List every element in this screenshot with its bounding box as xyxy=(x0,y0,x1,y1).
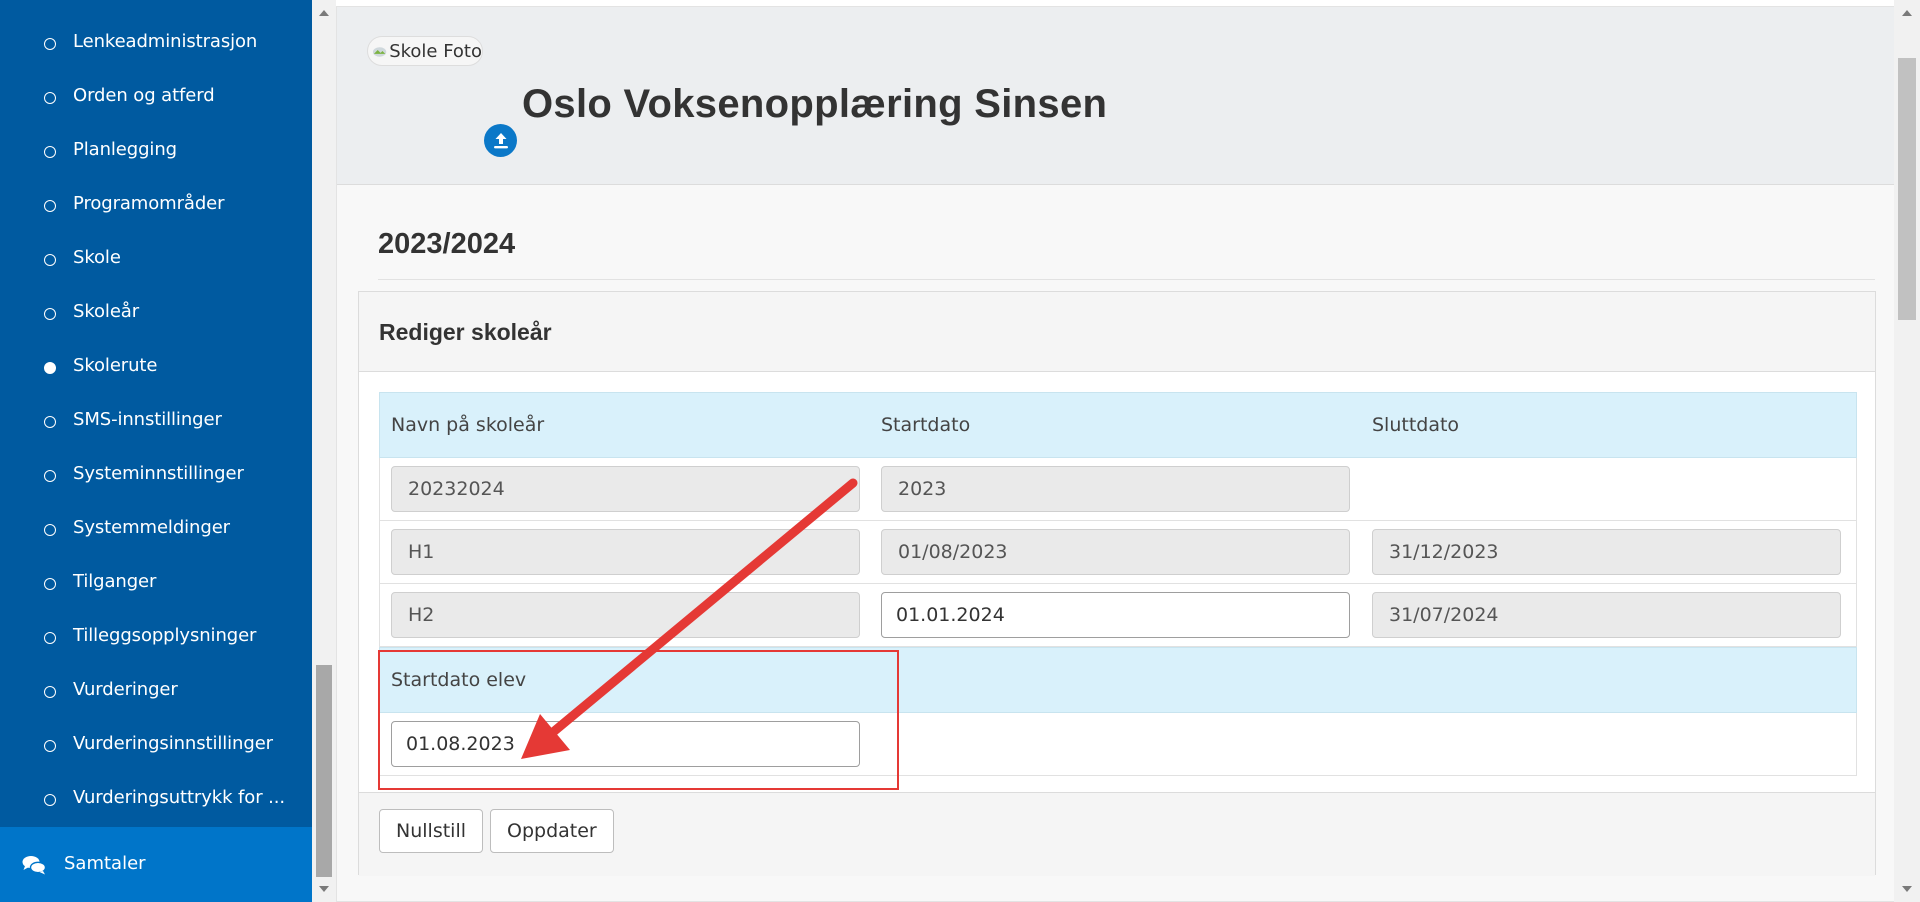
sidebar-item-label: Systeminnstillinger xyxy=(73,463,244,484)
panel-title: Rediger skoleår xyxy=(379,319,552,345)
sidebar-item-label: Skoleår xyxy=(73,301,140,322)
circle-icon xyxy=(44,686,56,698)
sidebar-scroll-thumb[interactable] xyxy=(316,665,332,877)
circle-icon xyxy=(44,794,56,806)
sidebar-item-label: Vurderinger xyxy=(73,679,178,700)
scroll-down-arrow-icon[interactable] xyxy=(1902,886,1912,892)
sidebar-item-label: Planlegging xyxy=(73,139,177,160)
student-start-header-row: Startdato elev xyxy=(379,647,1857,713)
scroll-up-arrow-icon[interactable] xyxy=(1902,10,1912,16)
circle-icon xyxy=(44,200,56,212)
reset-button[interactable]: Nullstill xyxy=(379,809,483,853)
broken-image-icon xyxy=(372,47,387,57)
sidebar-item-label: Tilleggsopplysninger xyxy=(73,625,257,646)
divider xyxy=(378,279,1875,280)
sidebar-item-sms-innstillinger[interactable]: SMS-innstillinger xyxy=(0,395,312,449)
sidebar-item-label: SMS-innstillinger xyxy=(73,409,222,430)
term-name-field: H1 xyxy=(391,529,860,575)
sidebar-item-label: Vurderingsinnstillinger xyxy=(73,733,273,754)
sidebar-item-label: Vurderingsuttrykk for ... xyxy=(73,787,285,808)
circle-icon xyxy=(44,308,56,320)
term-start-field: 01/08/2023 xyxy=(881,529,1350,575)
chat-icon xyxy=(22,856,46,875)
column-header-start: Startdato xyxy=(881,414,971,436)
sidebar-item-systeminnstillinger[interactable]: Systeminnstillinger xyxy=(0,449,312,503)
circle-icon xyxy=(44,632,56,644)
sidebar: Lenkeadministrasjon Orden og atferd Plan… xyxy=(0,0,312,902)
circle-icon xyxy=(44,524,56,536)
column-header-name: Navn på skoleår xyxy=(391,414,545,436)
sidebar-item-programomrader[interactable]: Programområder xyxy=(0,179,312,233)
sidebar-item-vurderingsinnstillinger[interactable]: Vurderingsinnstillinger xyxy=(0,719,312,773)
sidebar-item-vurderinger[interactable]: Vurderinger xyxy=(0,665,312,719)
table-row: 20232024 2023 xyxy=(379,458,1857,521)
sidebar-item-tilganger[interactable]: Tilganger xyxy=(0,557,312,611)
circle-icon xyxy=(44,254,56,266)
edit-school-year-panel: Rediger skoleår Navn på skoleår Startdat… xyxy=(358,291,1876,876)
school-year-start-field: 2023 xyxy=(881,466,1350,512)
term-start-input[interactable]: 01.01.2024 xyxy=(881,592,1350,638)
circle-icon xyxy=(44,470,56,482)
table-row: 01.08.2023 xyxy=(379,713,1857,776)
school-photo-alt: Skole Foto xyxy=(389,40,482,62)
upload-photo-button[interactable] xyxy=(484,124,517,157)
main-scrollbar[interactable] xyxy=(1894,0,1920,902)
scroll-down-arrow-icon[interactable] xyxy=(319,886,329,892)
sidebar-item-lenkeadministrasjon[interactable]: Lenkeadministrasjon xyxy=(0,17,312,71)
sidebar-scrollbar[interactable] xyxy=(312,0,336,902)
update-button[interactable]: Oppdater xyxy=(490,809,614,853)
circle-icon xyxy=(44,416,56,428)
sidebar-item-systemmeldinger[interactable]: Systemmeldinger xyxy=(0,503,312,557)
school-year-title: 2023/2024 xyxy=(378,228,516,260)
circle-icon xyxy=(44,92,56,104)
school-name: Oslo Voksenopplæring Sinsen xyxy=(522,82,1108,126)
sidebar-item-skolerute[interactable]: Skolerute xyxy=(0,341,312,395)
term-end-field: 31/07/2024 xyxy=(1372,592,1841,638)
school-header: Skole Foto Oslo Voksenopplæring Sinsen xyxy=(337,7,1894,185)
school-year-name-field: 20232024 xyxy=(391,466,860,512)
table-header-row: Navn på skoleår Startdato Sluttdato xyxy=(379,392,1857,458)
school-photo: Skole Foto xyxy=(367,36,483,66)
sidebar-item-label: Skole xyxy=(73,247,121,268)
sidebar-item-samtaler[interactable]: Samtaler xyxy=(0,827,312,902)
sidebar-item-vurderingsuttrykk[interactable]: Vurderingsuttrykk for ... xyxy=(0,773,312,827)
term-end-field: 31/12/2023 xyxy=(1372,529,1841,575)
term-name-field: H2 xyxy=(391,592,860,638)
scroll-up-arrow-icon[interactable] xyxy=(319,10,329,16)
sidebar-item-tilleggsopplysninger[interactable]: Tilleggsopplysninger xyxy=(0,611,312,665)
column-header-end: Sluttdato xyxy=(1372,414,1460,436)
sidebar-item-label: Systemmeldinger xyxy=(73,517,230,538)
main-scroll-thumb[interactable] xyxy=(1898,58,1916,320)
sidebar-item-skole[interactable]: Skole xyxy=(0,233,312,287)
filled-circle-icon xyxy=(44,362,56,374)
table-row: H1 01/08/2023 31/12/2023 xyxy=(379,521,1857,584)
circle-icon xyxy=(44,740,56,752)
sidebar-item-planlegging[interactable]: Planlegging xyxy=(0,125,312,179)
circle-icon xyxy=(44,146,56,158)
sidebar-item-label: Orden og atferd xyxy=(73,85,215,106)
upload-icon xyxy=(493,132,508,148)
panel-header: Rediger skoleår xyxy=(359,292,1875,372)
sidebar-item-skolear[interactable]: Skoleår xyxy=(0,287,312,341)
school-card: Skole Foto Oslo Voksenopplæring Sinsen 2… xyxy=(336,6,1895,902)
sidebar-item-orden-og-atferd[interactable]: Orden og atferd xyxy=(0,71,312,125)
table-row: H2 01.01.2024 31/07/2024 xyxy=(379,584,1857,647)
sidebar-item-label: Programområder xyxy=(73,193,225,214)
student-start-label: Startdato elev xyxy=(391,669,527,691)
sidebar-item-label: Tilganger xyxy=(73,571,157,592)
sidebar-item-label: Skolerute xyxy=(73,355,158,376)
panel-footer: Nullstill Oppdater xyxy=(359,792,1875,876)
main-content: Skole Foto Oslo Voksenopplæring Sinsen 2… xyxy=(336,0,1895,902)
circle-icon xyxy=(44,38,56,50)
student-start-date-input[interactable]: 01.08.2023 xyxy=(391,721,860,767)
circle-icon xyxy=(44,578,56,590)
sidebar-item-label: Lenkeadministrasjon xyxy=(73,31,258,52)
samtaler-label: Samtaler xyxy=(64,853,146,874)
